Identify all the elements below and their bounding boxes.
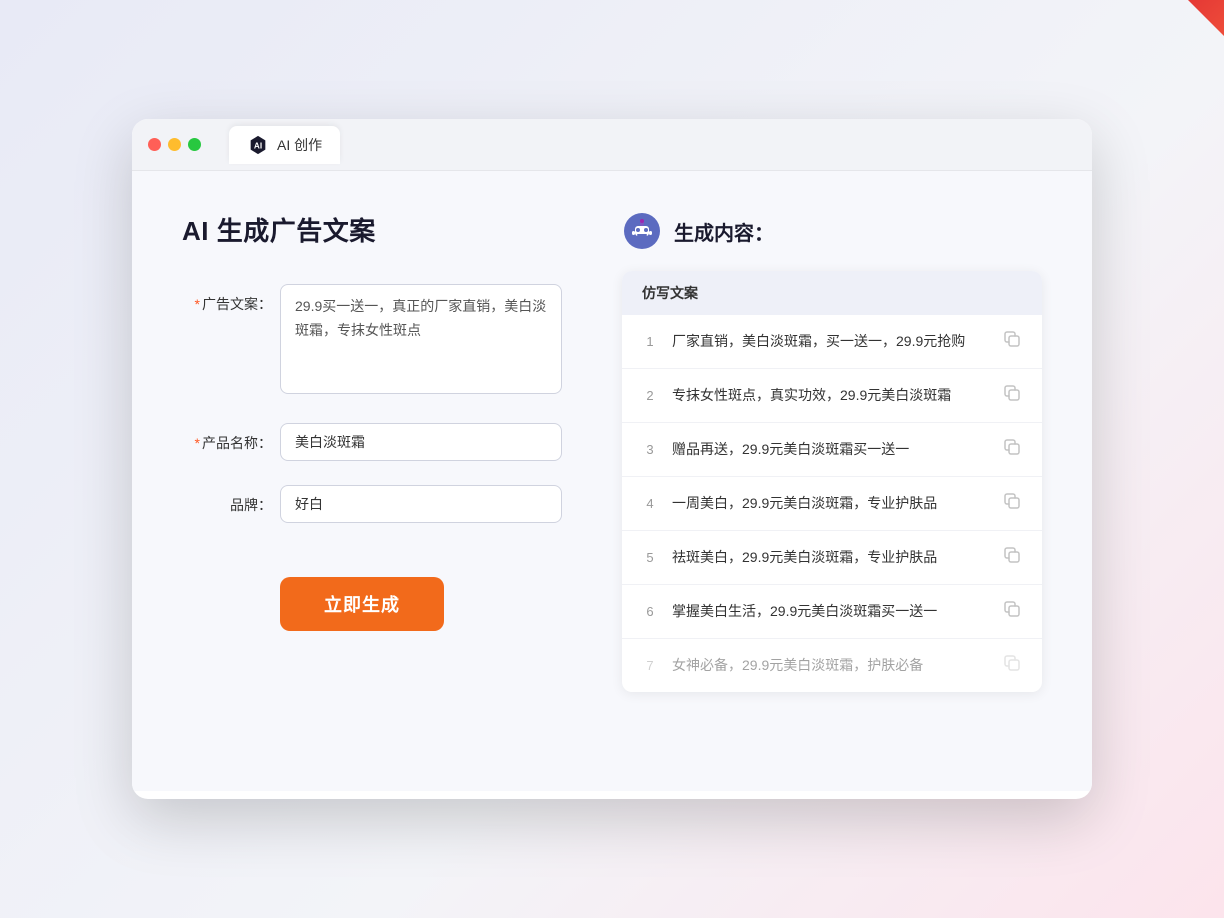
copy-icon[interactable] xyxy=(1002,383,1022,408)
copy-icon[interactable] xyxy=(1002,599,1022,624)
table-row: 6 掌握美白生活，29.9元美白淡斑霜买一送一 xyxy=(622,585,1042,639)
ai-tab[interactable]: AI AI 创作 xyxy=(229,126,340,164)
product-label: *产品名称： xyxy=(182,423,272,453)
copy-icon[interactable] xyxy=(1002,653,1022,678)
close-button[interactable] xyxy=(148,138,161,151)
row-number: 3 xyxy=(642,442,658,457)
page-title: AI 生成广告文案 xyxy=(182,211,562,248)
product-input-wrap xyxy=(280,423,562,461)
result-rows-container: 1 厂家直销，美白淡斑霜，买一送一，29.9元抢购 2 专抹女性斑点，真实功效，29… xyxy=(622,315,1042,692)
result-table-header: 仿写文案 xyxy=(622,271,1042,315)
row-number: 4 xyxy=(642,496,658,511)
table-row: 4 一周美白，29.9元美白淡斑霜，专业护肤品 xyxy=(622,477,1042,531)
product-name-row: *产品名称： xyxy=(182,423,562,461)
main-content: AI 生成广告文案 *广告文案： 29.9买一送一，真正的厂家直销，美白淡斑霜，… xyxy=(132,171,1092,791)
row-text: 女神必备，29.9元美白淡斑霜，护肤必备 xyxy=(672,655,988,676)
row-text: 厂家直销，美白淡斑霜，买一送一，29.9元抢购 xyxy=(672,331,988,352)
copy-icon[interactable] xyxy=(1002,545,1022,570)
row-number: 2 xyxy=(642,388,658,403)
brand-label: 品牌： xyxy=(182,485,272,515)
ad-copy-input-wrap: 29.9买一送一，真正的厂家直销，美白淡斑霜，专抹女性斑点 xyxy=(280,284,562,399)
row-text: 祛斑美白，29.9元美白淡斑霜，专业护肤品 xyxy=(672,547,988,568)
row-text: 一周美白，29.9元美白淡斑霜，专业护肤品 xyxy=(672,493,988,514)
table-row: 3 赠品再送，29.9元美白淡斑霜买一送一 xyxy=(622,423,1042,477)
title-bar: AI AI 创作 xyxy=(132,119,1092,171)
row-number: 5 xyxy=(642,550,658,565)
result-title: 生成内容： xyxy=(674,217,774,246)
ad-copy-required-star: * xyxy=(195,296,200,312)
row-text: 赠品再送，29.9元美白淡斑霜买一送一 xyxy=(672,439,988,460)
table-row: 5 祛斑美白，29.9元美白淡斑霜，专业护肤品 xyxy=(622,531,1042,585)
row-number: 1 xyxy=(642,334,658,349)
left-panel: AI 生成广告文案 *广告文案： 29.9买一送一，真正的厂家直销，美白淡斑霜，… xyxy=(182,211,562,751)
copy-icon[interactable] xyxy=(1002,437,1022,462)
traffic-lights xyxy=(148,138,201,151)
generate-button[interactable]: 立即生成 xyxy=(280,577,444,631)
maximize-button[interactable] xyxy=(188,138,201,151)
right-panel: 生成内容： 仿写文案 1 厂家直销，美白淡斑霜，买一送一，29.9元抢购 2 专抹女… xyxy=(622,211,1042,751)
result-table: 仿写文案 1 厂家直销，美白淡斑霜，买一送一，29.9元抢购 2 专抹女性斑点，真实… xyxy=(622,271,1042,692)
minimize-button[interactable] xyxy=(168,138,181,151)
ad-copy-textarea[interactable]: 29.9买一送一，真正的厂家直销，美白淡斑霜，专抹女性斑点 xyxy=(280,284,562,394)
product-required-star: * xyxy=(195,435,200,451)
row-text: 专抹女性斑点，真实功效，29.9元美白淡斑霜 xyxy=(672,385,988,406)
table-row: 2 专抹女性斑点，真实功效，29.9元美白淡斑霜 xyxy=(622,369,1042,423)
table-row: 7 女神必备，29.9元美白淡斑霜，护肤必备 xyxy=(622,639,1042,692)
copy-icon[interactable] xyxy=(1002,491,1022,516)
result-header: 生成内容： xyxy=(622,211,1042,251)
row-text: 掌握美白生活，29.9元美白淡斑霜买一送一 xyxy=(672,601,988,622)
product-input[interactable] xyxy=(280,423,562,461)
tab-label: AI 创作 xyxy=(277,135,322,155)
table-row: 1 厂家直销，美白淡斑霜，买一送一，29.9元抢购 xyxy=(622,315,1042,369)
ai-tab-icon: AI xyxy=(247,134,269,156)
ad-copy-label: *广告文案： xyxy=(182,284,272,314)
brand-row: 品牌： xyxy=(182,485,562,523)
browser-window: AI AI 创作 AI 生成广告文案 *广告文案： 29.9买一送一，真正的厂家… xyxy=(132,119,1092,799)
robot-icon xyxy=(622,211,662,251)
ad-copy-row: *广告文案： 29.9买一送一，真正的厂家直销，美白淡斑霜，专抹女性斑点 xyxy=(182,284,562,399)
brand-input[interactable] xyxy=(280,485,562,523)
row-number: 6 xyxy=(642,604,658,619)
row-number: 7 xyxy=(642,658,658,673)
svg-text:AI: AI xyxy=(254,141,262,150)
copy-icon[interactable] xyxy=(1002,329,1022,354)
brand-input-wrap xyxy=(280,485,562,523)
